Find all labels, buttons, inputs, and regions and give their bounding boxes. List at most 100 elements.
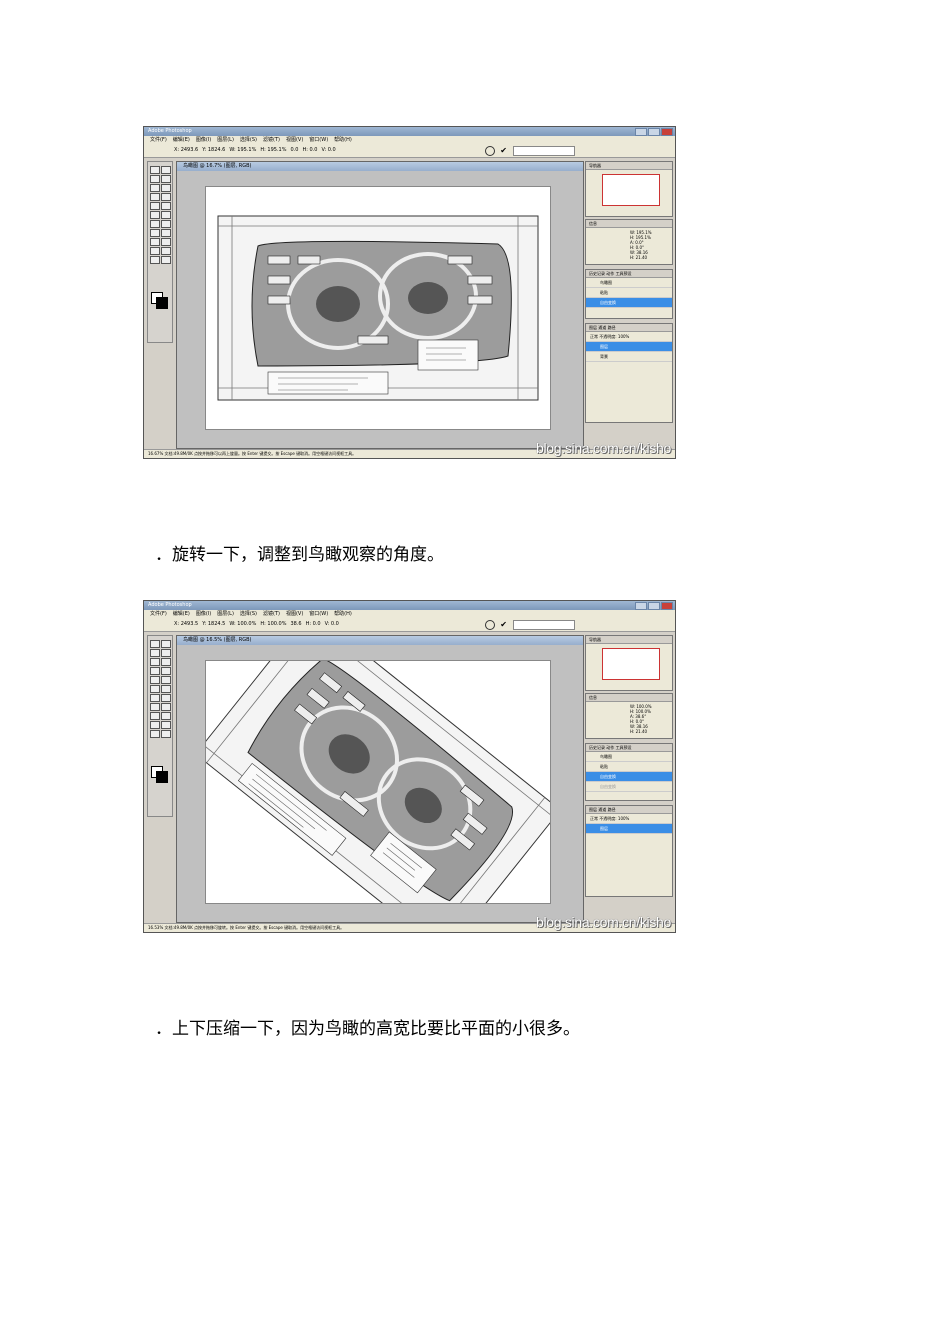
palette-well: [513, 146, 575, 156]
option-skew-h: H: 0.0: [305, 621, 321, 627]
tab-actions: 动作: [606, 745, 615, 750]
info-readout: W: 195.1% H: 195.1% A: 0.0° H: 0.0° W: 3…: [630, 230, 652, 260]
tab-info: 信息: [586, 220, 672, 228]
caption-compress: ．上下压缩一下，因为鸟瞰的高宽比要比平面的小很多。: [155, 1019, 580, 1039]
background-color-swatch: [156, 297, 168, 309]
tab-layers: 图层: [589, 325, 597, 330]
path-tool-icon: [150, 703, 160, 711]
document-window: 鸟瞰图 @ 16.7% (图层, RGB): [176, 161, 584, 449]
magic-wand-tool-icon: [161, 649, 171, 657]
maximize-icon: [648, 128, 660, 136]
option-w: W: 100.0%: [229, 621, 257, 627]
path-tool-icon: [150, 229, 160, 237]
document-title: 鸟瞰图 @ 16.5% (图层, RGB): [177, 636, 583, 645]
opacity: 不透明度: 100%: [599, 816, 630, 821]
status-zoom: 16.67%: [148, 451, 164, 456]
pen-tool-icon: [150, 712, 160, 720]
blur-tool-icon: [150, 220, 160, 228]
watermark: blog.sina.com.cn/kisho: [535, 914, 671, 930]
layer-options: 正常 不透明度: 100%: [586, 814, 672, 824]
tab-paths: 路径: [607, 325, 616, 330]
layer-options: 正常 不透明度: 100%: [586, 332, 672, 342]
photoshop-screenshot-2: Adobe Photoshop 文件(F) 编辑(E) 图像(I) 图层(L) …: [143, 600, 676, 933]
shape-tool-icon: [161, 238, 171, 246]
layers-panel: 图层 通道 路径 正常 不透明度: 100% 图层 背景: [585, 323, 673, 423]
menu-help: 帮助(H): [334, 611, 352, 617]
history-panel: 历史记录 动作 工具预设 鸟瞰图 粘贴 自由变换: [585, 269, 673, 319]
crop-tool-icon: [150, 658, 160, 666]
caption-rotate: ．旋转一下，调整到鸟瞰观察的角度。: [155, 545, 444, 565]
blend-mode: 正常: [590, 816, 598, 821]
palettes: 导航器 信息 W: 100.0% H: 100.0% A: 38.6° H: 0…: [585, 635, 673, 921]
info-panel: 信息 W: 195.1% H: 195.1% A: 0.0° H: 0.0° W…: [585, 219, 673, 265]
menu-file: 文件(F): [150, 137, 167, 143]
cancel-transform-icon: [485, 620, 495, 630]
cancel-transform-icon: [485, 146, 495, 156]
toolbox: [147, 161, 173, 343]
healing-tool-icon: [150, 667, 160, 675]
dodge-tool-icon: [161, 220, 171, 228]
history-item: 自由变换: [586, 772, 672, 782]
menu-window: 窗口(W): [309, 137, 329, 143]
menu-select: 选择(S): [239, 611, 257, 617]
app-title: Adobe Photoshop: [148, 128, 192, 134]
commit-transform-icon: ✔: [500, 620, 507, 629]
menu-window: 窗口(W): [309, 611, 329, 617]
option-w: W: 195.1%: [229, 147, 257, 153]
options-bar: X: 2493.6 Y: 1824.6 W: 195.1% H: 195.1% …: [144, 144, 675, 158]
navigator-panel: 导航器: [585, 635, 673, 691]
healing-tool-icon: [150, 193, 160, 201]
tab-tool-presets: 工具预设: [615, 745, 632, 750]
option-h: H: 195.1%: [260, 147, 287, 153]
tab-layers: 图层: [589, 807, 597, 812]
slice-tool-icon: [161, 658, 171, 666]
window-titlebar: Adobe Photoshop: [144, 127, 675, 136]
option-y: Y: 1824.6: [202, 147, 226, 153]
zoom-tool-icon: [161, 256, 171, 264]
info-panel: 信息 W: 100.0% H: 100.0% A: 38.6° H: 0.0° …: [585, 693, 673, 739]
tab-paths: 路径: [607, 807, 616, 812]
app-title: Adobe Photoshop: [148, 602, 192, 608]
tab-navigator: 导航器: [586, 636, 672, 644]
watermark: blog.sina.com.cn/kisho: [535, 440, 671, 456]
minimize-icon: [635, 602, 647, 610]
palette-well: [513, 620, 575, 630]
close-icon: [661, 128, 673, 136]
history-brush-tool-icon: [161, 202, 171, 210]
shape-tool-icon: [161, 712, 171, 720]
info-height: H: 21.40: [630, 255, 648, 260]
navigator-thumbnail: [602, 648, 660, 680]
type-tool-icon: [161, 703, 171, 711]
dodge-tool-icon: [161, 694, 171, 702]
option-h: H: 100.0%: [260, 621, 287, 627]
site-plan-image: [217, 215, 539, 401]
tab-actions: 动作: [606, 271, 615, 276]
opacity: 不透明度: 100%: [599, 334, 630, 339]
layer-row: 图层: [586, 824, 672, 834]
menu-layer: 图层(L): [217, 611, 234, 617]
minimize-icon: [635, 128, 647, 136]
slice-tool-icon: [161, 184, 171, 192]
menu-file: 文件(F): [150, 611, 167, 617]
tab-info: 信息: [586, 694, 672, 702]
history-panel: 历史记录 动作 工具预设 鸟瞰图 粘贴 自由变换 自由变换: [585, 743, 673, 801]
history-tabs: 历史记录 动作 工具预设: [586, 744, 672, 752]
photoshop-screenshot-1: Adobe Photoshop 文件(F) 编辑(E) 图像(I) 图层(L) …: [143, 126, 676, 459]
layer-row: 背景: [586, 352, 672, 362]
history-item: 粘贴: [586, 762, 672, 772]
tab-channels: 通道: [598, 807, 607, 812]
option-skew-v: V: 0.0: [321, 147, 336, 153]
navigator-panel: 导航器: [585, 161, 673, 217]
status-doc-size: 文档:49.8M/0K: [164, 925, 193, 930]
menu-edit: 编辑(E): [172, 137, 190, 143]
status-hint: 点按并拖移可以再上旋量。按 Enter 键提交。按 Escape 键取消。用空格…: [194, 451, 357, 456]
eyedropper-tool-icon: [161, 247, 171, 255]
layers-tabs: 图层 通道 路径: [586, 806, 672, 814]
move-tool-icon: [150, 166, 160, 174]
option-skew-h: H: 0.0: [302, 147, 318, 153]
option-skew-v: V: 0.0: [324, 621, 339, 627]
maximize-icon: [648, 602, 660, 610]
zoom-tool-icon: [161, 730, 171, 738]
crop-tool-icon: [150, 184, 160, 192]
gradient-tool-icon: [161, 685, 171, 693]
